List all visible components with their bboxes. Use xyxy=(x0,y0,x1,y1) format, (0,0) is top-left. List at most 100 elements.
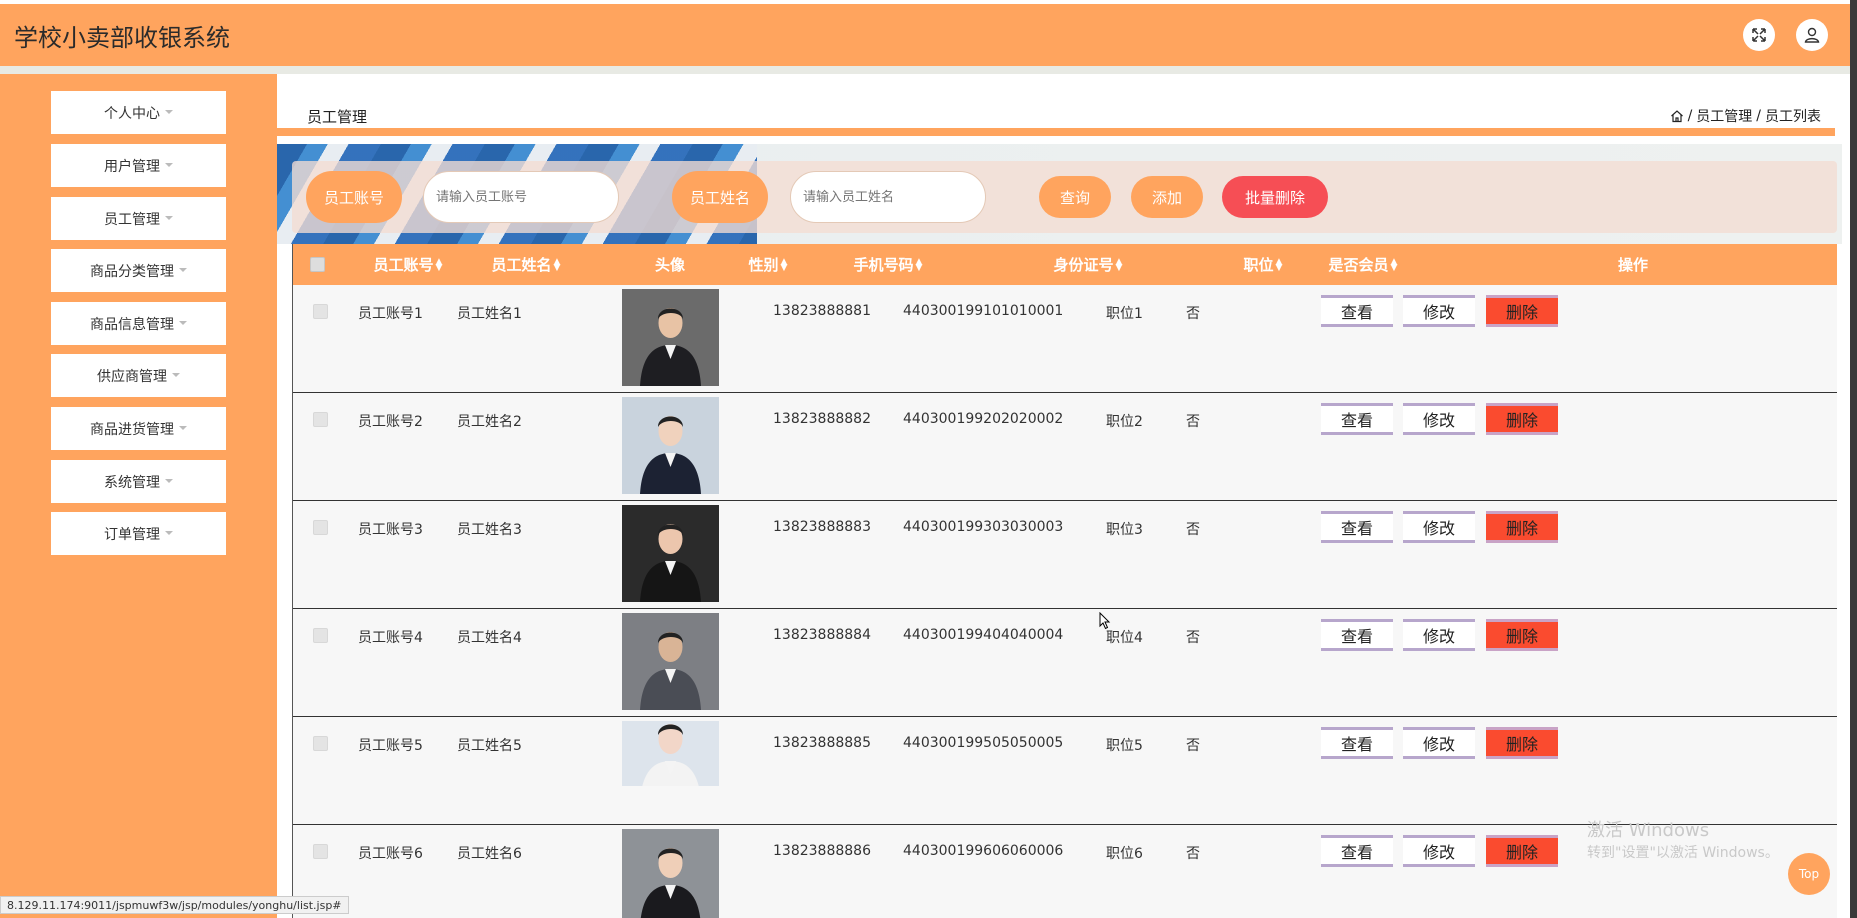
header-divider xyxy=(0,66,1850,74)
fullscreen-button[interactable] xyxy=(1743,19,1775,51)
cell-member: 否 xyxy=(1186,414,1200,430)
sidebar-item-order-management[interactable]: 订单管理 xyxy=(51,512,226,555)
chevron-down-icon xyxy=(165,109,173,114)
column-header-phone[interactable]: 手机号码 ▲ ▼ xyxy=(828,244,948,285)
user-button[interactable] xyxy=(1796,19,1828,51)
delete-button[interactable]: 删除 xyxy=(1486,835,1558,867)
employee-table: 员工账号 ▲ ▼ 员工姓名 ▲ ▼ 头像 性别 ▲ ▼ 手机号码 ▲ ▼ 身份证号 ▲ ▼ 职位 ▲ ▼… xyxy=(292,244,1837,918)
sidebar-item-label: 商品分类管理 xyxy=(90,263,174,280)
view-button[interactable]: 查看 xyxy=(1321,835,1393,867)
column-header-account[interactable]: 员工账号 ▲ ▼ xyxy=(353,244,463,285)
cell-position: 职位2 xyxy=(1106,414,1143,430)
cell-member: 否 xyxy=(1186,522,1200,538)
cell-account: 员工账号6 xyxy=(358,846,423,862)
cell-position: 职位5 xyxy=(1106,738,1143,754)
cell-member: 否 xyxy=(1186,306,1200,322)
breadcrumb-item-employee-list: 员工列表 xyxy=(1765,109,1821,125)
delete-button[interactable]: 删除 xyxy=(1486,403,1558,435)
cell-position: 职位1 xyxy=(1106,306,1143,322)
cell-id-card: 440300199404040004 xyxy=(903,627,1064,643)
back-to-top-button[interactable]: Top xyxy=(1788,853,1830,895)
sort-icon[interactable]: ▲ ▼ xyxy=(1276,257,1283,272)
cell-name: 员工姓名1 xyxy=(457,306,522,322)
column-header-label: 操作 xyxy=(1617,256,1648,274)
row-checkbox[interactable] xyxy=(313,628,328,643)
windows-activation-watermark: 激活 Windows 转到"设置"以激活 Windows。 xyxy=(1587,820,1779,864)
breadcrumb-separator: / xyxy=(1756,108,1761,124)
home-icon[interactable] xyxy=(1670,109,1684,123)
delete-button[interactable]: 删除 xyxy=(1486,295,1558,327)
edit-button[interactable]: 修改 xyxy=(1403,295,1475,327)
column-header-position[interactable]: 职位 ▲ ▼ xyxy=(1228,244,1298,285)
column-header-id-card[interactable]: 身份证号 ▲ ▼ xyxy=(1013,244,1163,285)
delete-button[interactable]: 删除 xyxy=(1486,727,1558,759)
breadcrumb-separator: / xyxy=(1687,108,1693,124)
account-search-input[interactable] xyxy=(423,171,619,223)
table-row: 员工账号5员工姓名5男13823888885440300199505050005… xyxy=(293,717,1837,825)
column-header-label: 员工姓名 xyxy=(491,256,552,274)
browser-status-url: 8.129.11.174:9011/jspmuwf3w/jsp/modules/… xyxy=(0,896,349,914)
cell-position: 职位6 xyxy=(1106,846,1143,862)
column-header-name[interactable]: 员工姓名 ▲ ▼ xyxy=(471,244,581,285)
sidebar-item-purchase-management[interactable]: 商品进货管理 xyxy=(51,407,226,450)
row-checkbox[interactable] xyxy=(313,736,328,751)
edit-button[interactable]: 修改 xyxy=(1403,835,1475,867)
cell-id-card: 440300199303030003 xyxy=(903,519,1064,535)
view-button[interactable]: 查看 xyxy=(1321,619,1393,651)
cell-member: 否 xyxy=(1186,738,1200,754)
sort-icon[interactable]: ▲ ▼ xyxy=(916,257,923,272)
name-search-input[interactable] xyxy=(790,171,986,223)
edit-button[interactable]: 修改 xyxy=(1403,619,1475,651)
edit-button[interactable]: 修改 xyxy=(1403,403,1475,435)
batch-delete-button[interactable]: 批量删除 xyxy=(1222,176,1328,218)
row-checkbox[interactable] xyxy=(313,844,328,859)
delete-button[interactable]: 删除 xyxy=(1486,619,1558,651)
row-checkbox[interactable] xyxy=(313,304,328,319)
avatar xyxy=(622,505,719,602)
cell-id-card: 440300199606060006 xyxy=(903,843,1064,859)
view-button[interactable]: 查看 xyxy=(1321,295,1393,327)
select-all-cell[interactable] xyxy=(305,244,329,285)
breadcrumb-bar: 员工管理 / 员工管理 / 员工列表 xyxy=(277,86,1835,136)
sidebar-item-supplier-management[interactable]: 供应商管理 xyxy=(51,354,226,397)
cell-id-card: 440300199505050005 xyxy=(903,735,1064,751)
edit-button[interactable]: 修改 xyxy=(1403,511,1475,543)
chevron-down-icon xyxy=(179,425,187,430)
cell-phone: 13823888883 xyxy=(773,519,871,535)
sidebar-item-category-management[interactable]: 商品分类管理 xyxy=(51,249,226,292)
sort-icon[interactable]: ▲ ▼ xyxy=(781,257,788,272)
row-checkbox[interactable] xyxy=(313,520,328,535)
sort-icon[interactable]: ▲ ▼ xyxy=(554,257,561,272)
column-header-gender[interactable]: 性别 ▲ ▼ xyxy=(723,244,813,285)
watermark-line: 转到"设置"以激活 Windows。 xyxy=(1587,845,1779,861)
view-button[interactable]: 查看 xyxy=(1321,511,1393,543)
query-button[interactable]: 查询 xyxy=(1039,176,1111,218)
edit-button[interactable]: 修改 xyxy=(1403,727,1475,759)
sidebar-item-label: 商品进货管理 xyxy=(90,421,174,438)
cell-phone: 13823888884 xyxy=(773,627,871,643)
add-button[interactable]: 添加 xyxy=(1131,176,1203,218)
chevron-down-icon xyxy=(165,215,173,220)
row-checkbox[interactable] xyxy=(313,412,328,427)
sidebar-item-system-management[interactable]: 系统管理 xyxy=(51,460,226,503)
sort-icon[interactable]: ▲ ▼ xyxy=(1116,257,1123,272)
view-button[interactable]: 查看 xyxy=(1321,403,1393,435)
view-button[interactable]: 查看 xyxy=(1321,727,1393,759)
column-header-label: 是否会员 xyxy=(1328,256,1389,274)
breadcrumb-item-employee-management[interactable]: 员工管理 xyxy=(1696,106,1752,126)
column-header-member[interactable]: 是否会员 ▲ ▼ xyxy=(1313,244,1413,285)
account-label: 员工账号 xyxy=(306,171,402,223)
table-header: 员工账号 ▲ ▼ 员工姓名 ▲ ▼ 头像 性别 ▲ ▼ 手机号码 ▲ ▼ 身份证号 ▲ ▼ 职位 ▲ ▼… xyxy=(293,244,1837,285)
sort-icon[interactable]: ▲ ▼ xyxy=(436,257,443,272)
sidebar-item-user-management[interactable]: 用户管理 xyxy=(51,144,226,187)
cell-phone: 13823888881 xyxy=(773,303,871,319)
select-all-checkbox[interactable] xyxy=(309,257,325,272)
avatar xyxy=(622,289,719,386)
chevron-down-icon xyxy=(172,372,180,377)
scrollbar[interactable] xyxy=(1850,0,1857,918)
sort-icon[interactable]: ▲ ▼ xyxy=(1391,257,1398,272)
sidebar-item-personal-center[interactable]: 个人中心 xyxy=(51,91,226,134)
sidebar-item-product-management[interactable]: 商品信息管理 xyxy=(51,302,226,345)
sidebar-item-employee-management[interactable]: 员工管理 xyxy=(51,197,226,240)
delete-button[interactable]: 删除 xyxy=(1486,511,1558,543)
